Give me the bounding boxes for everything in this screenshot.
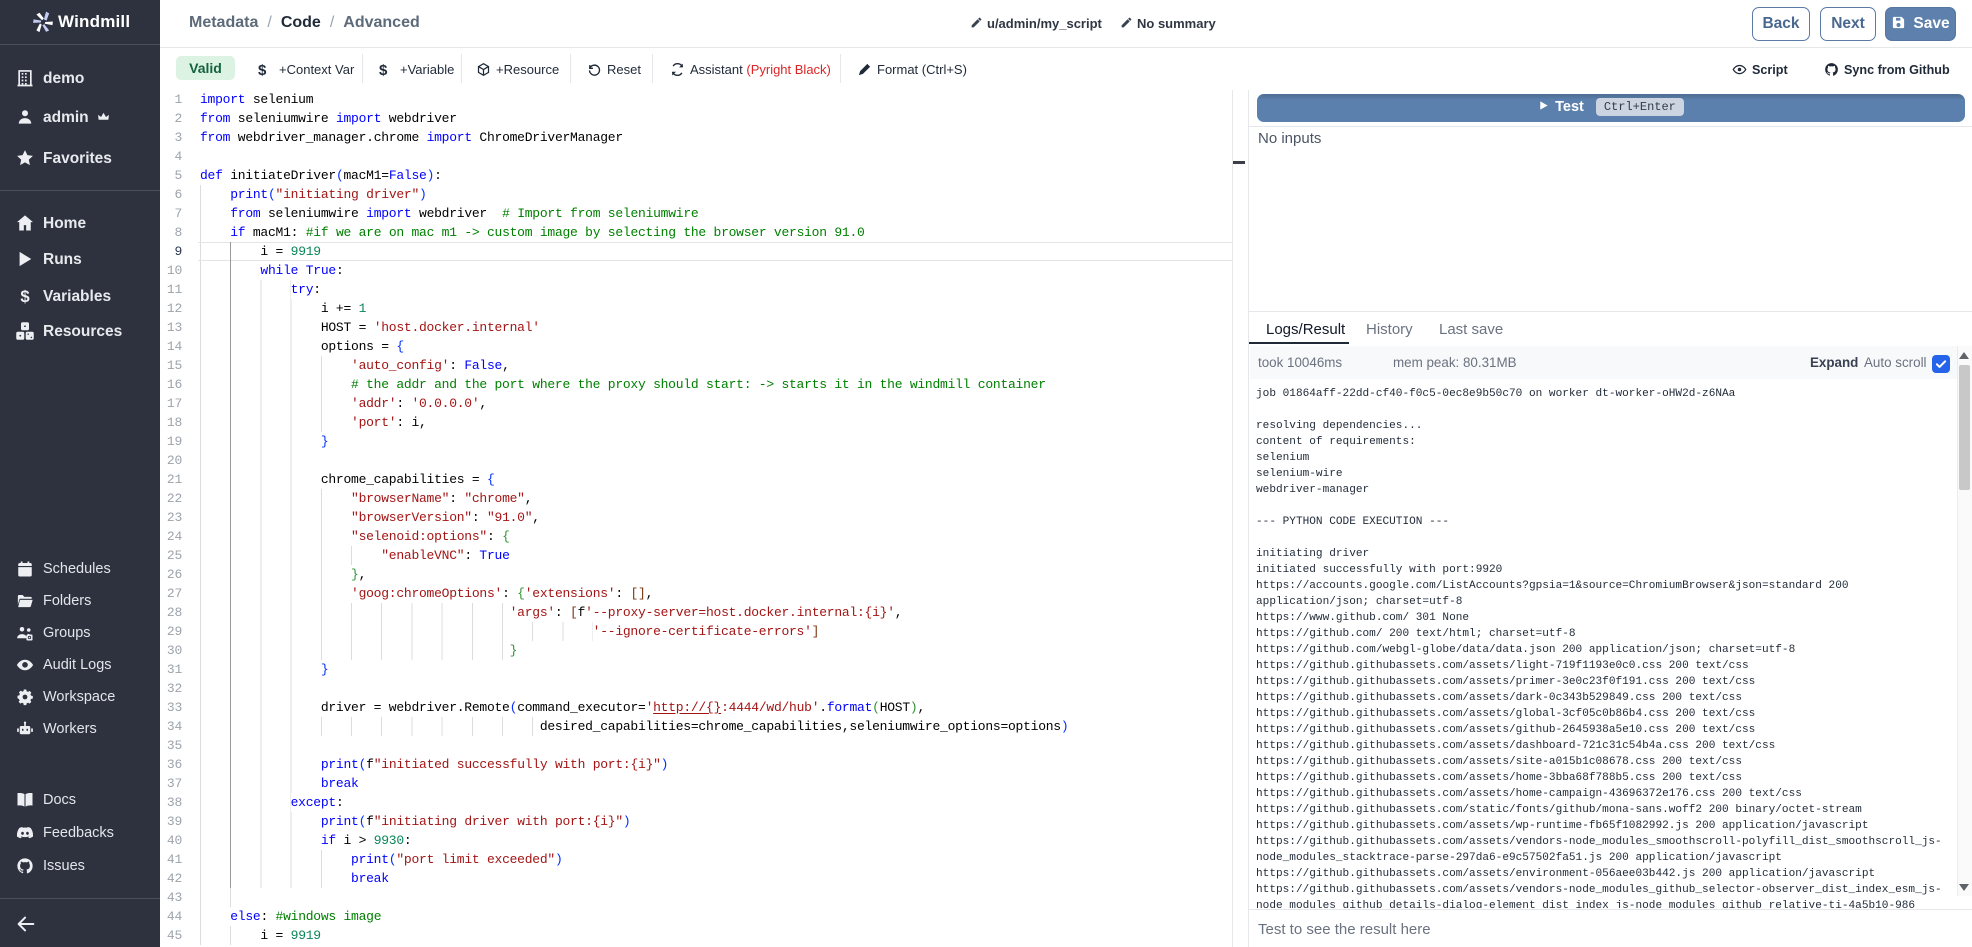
svg-text:$: $ [20, 287, 30, 306]
